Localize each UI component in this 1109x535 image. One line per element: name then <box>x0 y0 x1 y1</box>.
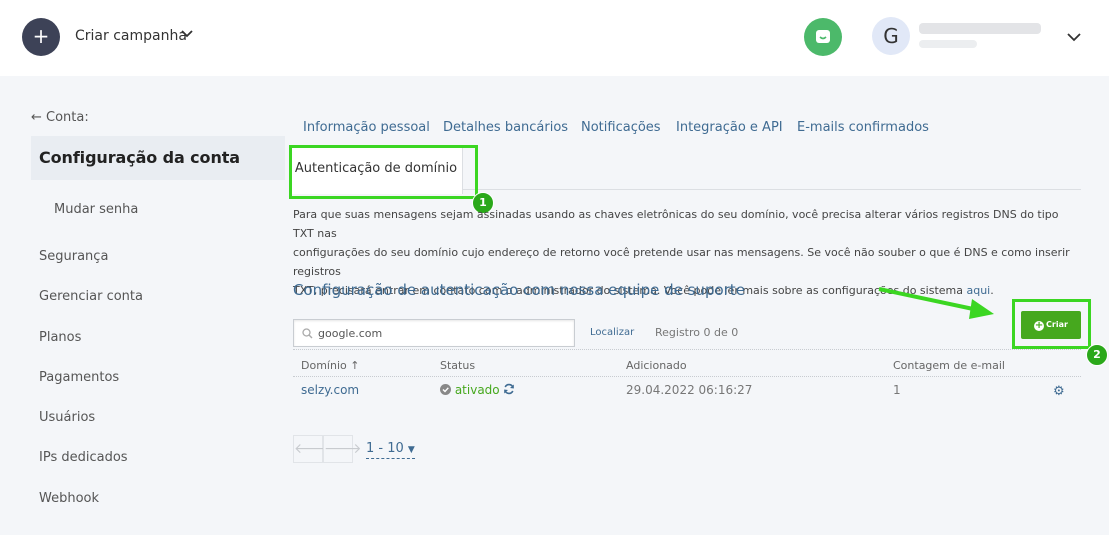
column-header-dominio[interactable]: Domínio ↑ <box>301 359 359 372</box>
tab-emails-confirmados[interactable]: E-mails confirmados <box>797 120 929 135</box>
count-cell: 1 <box>893 383 901 397</box>
description-line-1: Para que suas mensagens sejam assinadas … <box>293 208 1059 240</box>
highlight-box-tab <box>289 145 478 199</box>
column-header-status[interactable]: Status <box>440 359 475 372</box>
records-count: Registro 0 de 0 <box>655 326 739 339</box>
page-range-label: 1 - 10 <box>366 441 404 456</box>
arrow-annotation <box>878 287 994 319</box>
tab-informacao-pessoal[interactable]: Informação pessoal <box>303 120 430 135</box>
tab-detalhes-bancarios[interactable]: Detalhes bancários <box>443 120 568 135</box>
tab-divider <box>463 189 1081 190</box>
blurred-user-info <box>919 40 977 48</box>
sidebar-item-mudar-senha[interactable]: Mudar senha <box>54 202 138 217</box>
sidebar-item-webhook[interactable]: Webhook <box>39 491 99 506</box>
step-badge-2: 2 <box>1086 344 1108 366</box>
search-input[interactable] <box>318 324 568 342</box>
column-header-adicionado[interactable]: Adicionado <box>626 359 687 372</box>
table-header-divider <box>293 376 1081 377</box>
tab-notificacoes[interactable]: Notificações <box>581 120 661 135</box>
caret-down-icon: ▼ <box>407 445 415 455</box>
sidebar-item-gerenciar-conta[interactable]: Gerenciar conta <box>39 289 143 304</box>
table-header-divider <box>293 349 1081 350</box>
chat-icon <box>816 30 830 43</box>
localizar-button[interactable]: Localizar <box>590 327 634 338</box>
check-circle-icon <box>440 384 451 395</box>
sidebar-item-usuarios[interactable]: Usuários <box>39 410 95 425</box>
column-header-contagem[interactable]: Contagem de e-mail <box>893 359 1005 372</box>
search-icon <box>302 328 313 339</box>
sidebar-item-seguranca[interactable]: Segurança <box>39 249 108 264</box>
section-title: Configuração de autenticação com nossa e… <box>293 281 745 299</box>
avatar[interactable]: G <box>872 17 910 55</box>
added-cell: 29.04.2022 06:16:27 <box>626 383 753 397</box>
description-line-2: configurações do seu domínio cujo endere… <box>293 246 1070 278</box>
create-button-label: Criar <box>1046 320 1068 329</box>
top-bar: + Criar campanha G <box>0 0 1109 76</box>
sidebar-item-planos[interactable]: Planos <box>39 330 81 345</box>
status-cell: ativado <box>440 383 515 397</box>
create-campaign-label[interactable]: Criar campanha <box>75 28 187 44</box>
sidebar-item-ips-dedicados[interactable]: IPs dedicados <box>39 450 128 465</box>
next-page-button[interactable]: 🡒 <box>323 435 362 463</box>
page-size-select[interactable]: 1 - 10 ▼ <box>366 441 415 459</box>
support-chat-button[interactable] <box>804 18 842 56</box>
blurred-user-email <box>919 23 1041 34</box>
chevron-down-icon[interactable] <box>180 27 194 41</box>
chevron-down-icon[interactable] <box>1066 30 1082 44</box>
search-field[interactable] <box>293 319 575 347</box>
plus-circle-icon: + <box>1034 320 1045 331</box>
gear-icon[interactable]: ⚙ <box>1053 384 1065 399</box>
domain-cell[interactable]: selzy.com <box>301 383 359 397</box>
sidebar-item-pagamentos[interactable]: Pagamentos <box>39 370 119 385</box>
create-button[interactable]: + Criar <box>1021 311 1081 339</box>
sidebar-title[interactable]: Configuração da conta <box>39 148 240 167</box>
back-link[interactable]: ← Conta: <box>31 110 89 125</box>
add-button[interactable]: + <box>22 18 60 56</box>
prev-page-button[interactable]: 🡐 <box>293 435 332 463</box>
status-text: ativado <box>454 383 500 397</box>
refresh-icon[interactable] <box>503 383 515 395</box>
tab-integracao-api[interactable]: Integração e API <box>676 120 783 135</box>
